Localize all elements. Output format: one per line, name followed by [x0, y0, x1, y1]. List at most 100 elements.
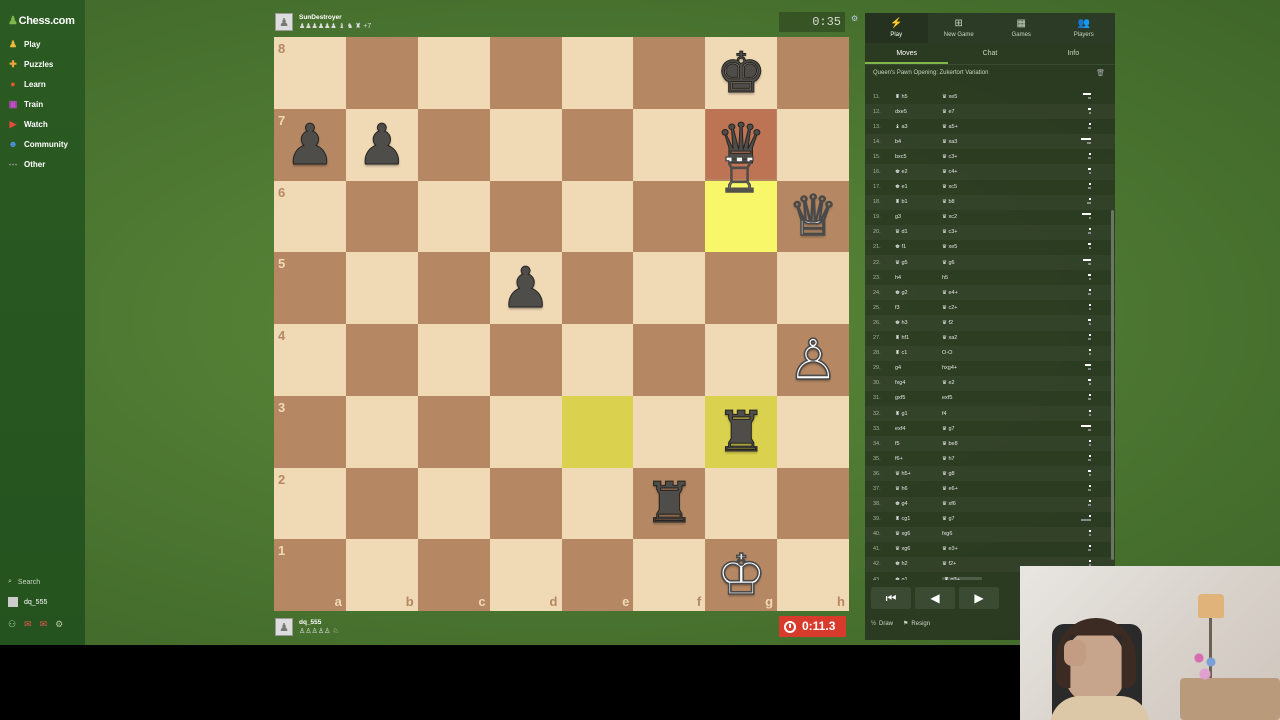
- black-move[interactable]: ♛ e7: [942, 109, 982, 115]
- white-move[interactable]: ♚ h2: [895, 561, 942, 567]
- square-b5[interactable]: [345, 252, 418, 324]
- tab-games[interactable]: ▦ Games: [990, 13, 1053, 43]
- black-piece[interactable]: ♟: [500, 259, 551, 316]
- black-move[interactable]: ♜ g3+: [942, 576, 982, 580]
- white-move[interactable]: ♜ h5: [895, 94, 942, 100]
- tab-new-game[interactable]: ⊞ New Game: [928, 13, 991, 43]
- white-move[interactable]: ♜ c1: [895, 350, 942, 356]
- square-c2[interactable]: [417, 467, 490, 540]
- black-move[interactable]: ♛ b8: [942, 199, 982, 205]
- top-player-name[interactable]: SunDestroyer: [299, 13, 371, 22]
- sidebar-item-play[interactable]: ♟ Play: [8, 36, 41, 52]
- tab-players[interactable]: 👥 Players: [1053, 13, 1116, 43]
- square-b7[interactable]: ♟: [345, 108, 418, 181]
- square-e1[interactable]: e: [561, 539, 634, 611]
- square-h5[interactable]: [777, 252, 849, 324]
- square-f8[interactable]: [633, 37, 706, 109]
- square-b6[interactable]: [345, 180, 418, 253]
- square-a3[interactable]: 3: [274, 395, 346, 468]
- white-move[interactable]: ♛ xg6: [895, 531, 942, 537]
- white-move[interactable]: f5: [895, 441, 942, 447]
- white-move[interactable]: h4: [895, 275, 942, 281]
- mail-icon[interactable]: ✉: [24, 619, 32, 630]
- black-move[interactable]: hxg4+: [942, 365, 982, 371]
- sidebar-item-learn[interactable]: ● Learn: [8, 76, 46, 92]
- square-b1[interactable]: b: [345, 539, 418, 611]
- sidebar-item-watch[interactable]: ▶ Watch: [8, 116, 48, 132]
- black-piece[interactable]: ♜: [716, 403, 767, 460]
- white-move[interactable]: ♝ a3: [895, 124, 942, 130]
- white-move[interactable]: ♚ g1: [895, 577, 942, 580]
- black-move[interactable]: h5: [942, 275, 982, 281]
- square-b8[interactable]: [345, 37, 418, 109]
- square-e6[interactable]: [561, 180, 634, 253]
- square-h7[interactable]: [777, 108, 849, 181]
- square-e4[interactable]: [561, 324, 634, 396]
- friends-icon[interactable]: ⚇: [8, 619, 16, 630]
- black-move[interactable]: ♛ e3+: [942, 546, 982, 552]
- square-d7[interactable]: [489, 108, 562, 181]
- next-move-button[interactable]: ▶: [959, 587, 999, 609]
- white-move[interactable]: b4: [895, 139, 942, 145]
- white-move[interactable]: ♚ h3: [895, 320, 942, 326]
- white-move[interactable]: ♜ hf1: [895, 335, 942, 341]
- square-d6[interactable]: [489, 180, 562, 253]
- white-move[interactable]: fxg4: [895, 380, 942, 386]
- black-move[interactable]: ♛ f2: [942, 320, 982, 326]
- black-move[interactable]: ♛ xc5: [942, 184, 982, 190]
- sidebar-item-train[interactable]: ▣ Train: [8, 96, 43, 112]
- white-move[interactable]: exf4: [895, 426, 942, 432]
- tab-moves[interactable]: Moves: [865, 43, 949, 64]
- square-d1[interactable]: d: [489, 539, 562, 611]
- black-move[interactable]: ♛ f2+: [942, 561, 982, 567]
- black-move[interactable]: ♛ c2+: [942, 305, 982, 311]
- white-move[interactable]: ♚ g2: [895, 290, 942, 296]
- sidebar-search[interactable]: ⌕ Search: [8, 578, 40, 586]
- white-move[interactable]: ♜ cg1: [895, 516, 942, 522]
- black-move[interactable]: ♛ g7: [942, 426, 982, 432]
- square-d2[interactable]: [489, 467, 562, 540]
- square-f5[interactable]: [633, 252, 706, 324]
- white-piece[interactable]: ♕: [787, 187, 839, 245]
- white-move[interactable]: ♚ f1: [895, 244, 942, 250]
- square-h4[interactable]: ♙: [777, 324, 849, 396]
- black-move[interactable]: ♛ a5+: [942, 124, 982, 130]
- sidebar-item-puzzles[interactable]: ✚ Puzzles: [8, 56, 53, 72]
- sidebar-profile[interactable]: dq_555: [8, 597, 47, 607]
- square-a1[interactable]: 1a: [274, 539, 346, 611]
- bottom-player-name[interactable]: dq_555: [299, 618, 339, 627]
- black-move[interactable]: ♛ e2: [942, 380, 982, 386]
- square-c6[interactable]: [417, 180, 490, 253]
- black-move[interactable]: ♛ c3+: [942, 229, 982, 235]
- white-move[interactable]: ♛ d1: [895, 229, 942, 235]
- top-player-avatar[interactable]: ♟: [275, 13, 293, 31]
- square-g3[interactable]: ♜: [705, 395, 778, 468]
- square-g2[interactable]: [705, 467, 778, 540]
- black-move[interactable]: ♛ h7: [942, 456, 982, 462]
- black-piece[interactable]: ♚: [716, 44, 767, 101]
- black-move[interactable]: fxg6: [942, 531, 982, 537]
- square-c1[interactable]: c: [417, 539, 490, 611]
- tab-play[interactable]: ⚡ Play: [865, 13, 928, 43]
- square-d4[interactable]: [489, 324, 562, 396]
- square-a5[interactable]: 5: [274, 252, 346, 324]
- square-a2[interactable]: 2: [274, 467, 346, 540]
- black-move[interactable]: ♛ xa3: [942, 139, 982, 145]
- square-b2[interactable]: [345, 467, 418, 540]
- black-move[interactable]: ♛ g8: [942, 471, 982, 477]
- black-move[interactable]: ♛ xa2: [942, 335, 982, 341]
- black-move[interactable]: exf5: [942, 395, 982, 401]
- square-e8[interactable]: [561, 37, 634, 109]
- square-b4[interactable]: [345, 324, 418, 396]
- draw-button[interactable]: ½ Draw: [871, 620, 893, 627]
- square-g5[interactable]: [705, 252, 778, 324]
- square-g8[interactable]: ♚: [705, 37, 778, 109]
- black-move[interactable]: ♛ be8: [942, 441, 982, 447]
- notifications-icon[interactable]: ✉: [40, 619, 48, 630]
- square-g1[interactable]: g ♔: [705, 539, 778, 611]
- square-f4[interactable]: [633, 324, 706, 396]
- black-move[interactable]: ♛ xc2: [942, 214, 982, 220]
- white-move[interactable]: ♚ g4: [895, 501, 942, 507]
- white-move[interactable]: f3: [895, 305, 942, 311]
- white-move[interactable]: g4: [895, 365, 942, 371]
